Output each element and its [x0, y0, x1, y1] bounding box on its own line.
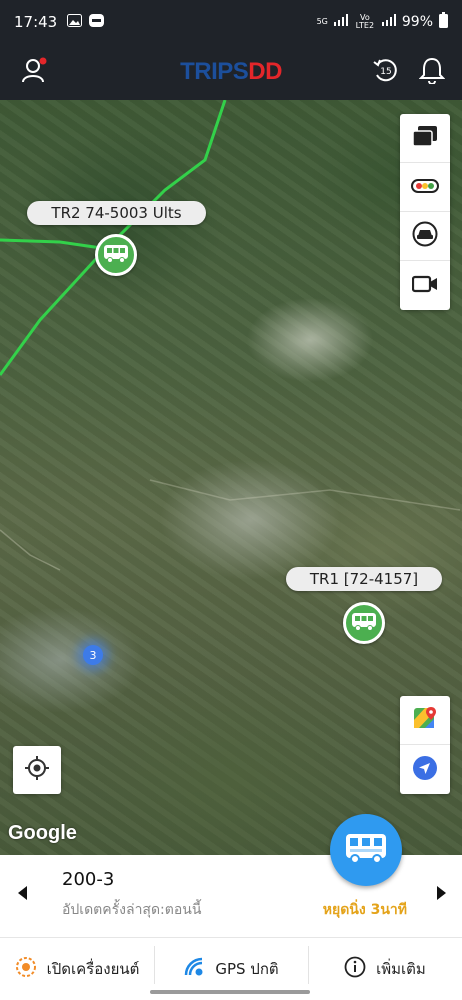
status-bar: 17:43 5G Vo LTE2 99%	[0, 0, 462, 44]
network-5g: 5G	[316, 17, 328, 26]
car-icon	[412, 221, 438, 251]
gps-signal-icon	[183, 956, 205, 982]
vehicle-list-button[interactable]	[330, 814, 402, 886]
signal-icon	[333, 14, 348, 30]
route-name: 200-3	[62, 869, 115, 890]
open-google-maps-button[interactable]	[400, 696, 450, 745]
satellite-map[interactable]: TR2 74-5003 Ults TR1 [72-4157] 3 Google	[0, 100, 462, 855]
marker-cluster[interactable]: 3	[83, 645, 103, 665]
crosshair-icon	[24, 755, 50, 785]
camera-button[interactable]	[400, 261, 450, 310]
my-location-button[interactable]	[13, 746, 61, 794]
bell-icon	[418, 56, 446, 88]
last-update-text: อัปเดตครั้งล่าสุด:ตอนนี้	[62, 902, 202, 918]
vehicle-marker-tr1[interactable]	[343, 602, 385, 644]
history-icon: 15	[372, 56, 400, 88]
engine-status-label: เปิดเครื่องยนต์	[46, 960, 140, 978]
battery-icon	[439, 12, 448, 32]
info-icon	[344, 956, 366, 982]
bus-icon	[344, 831, 388, 869]
gps-status-label: GPS ปกติ	[215, 960, 279, 978]
vehicle-view-button[interactable]	[400, 212, 450, 261]
traffic-light-icon	[411, 178, 439, 197]
google-attribution: Google	[8, 822, 77, 844]
navigate-button[interactable]	[400, 745, 450, 794]
notifications-button[interactable]	[412, 52, 452, 92]
app-logo: TRIPSDD	[180, 58, 282, 85]
more-button[interactable]: เพิ่มเติม	[308, 938, 462, 1000]
vehicle-label-tr1: TR1 [72-4157]	[286, 567, 442, 591]
app-notification-icon	[89, 13, 105, 31]
history-button[interactable]: 15	[366, 52, 406, 92]
user-icon	[20, 56, 48, 88]
battery-level: 99%	[401, 14, 433, 30]
navigation-arrow-icon	[412, 755, 438, 785]
map-layers-button[interactable]	[400, 114, 450, 163]
status-time: 17:43	[14, 13, 58, 31]
network-volte: Vo LTE2	[355, 13, 375, 30]
profile-button[interactable]	[14, 52, 54, 92]
engine-status-button[interactable]: เปิดเครื่องยนต์	[0, 938, 154, 1000]
next-vehicle-button[interactable]	[432, 885, 450, 903]
history-badge: 15	[380, 67, 391, 77]
bus-icon	[103, 243, 129, 267]
app-header: TRIPSDD 15	[0, 44, 462, 100]
vehicle-label-tr2: TR2 74-5003 Ults	[27, 201, 206, 225]
layers-icon	[412, 125, 438, 151]
navigation-panel	[400, 696, 450, 794]
stop-status: หยุดนิ่ง 3นาที	[322, 902, 407, 918]
gallery-icon	[67, 13, 83, 31]
chevron-left-icon	[18, 885, 28, 904]
google-maps-icon	[413, 706, 437, 734]
traffic-button[interactable]	[400, 163, 450, 212]
more-label: เพิ่มเติม	[376, 960, 426, 978]
bus-icon	[351, 611, 377, 635]
video-camera-icon	[411, 275, 438, 297]
vehicle-marker-tr2[interactable]	[95, 234, 137, 276]
engine-icon	[15, 956, 37, 982]
chevron-right-icon	[436, 885, 446, 904]
home-indicator[interactable]	[150, 990, 310, 994]
previous-vehicle-button[interactable]	[14, 885, 32, 903]
map-tools-panel	[400, 114, 450, 310]
status-right: 5G Vo LTE2 99%	[317, 12, 448, 32]
signal-icon-2	[381, 14, 396, 30]
